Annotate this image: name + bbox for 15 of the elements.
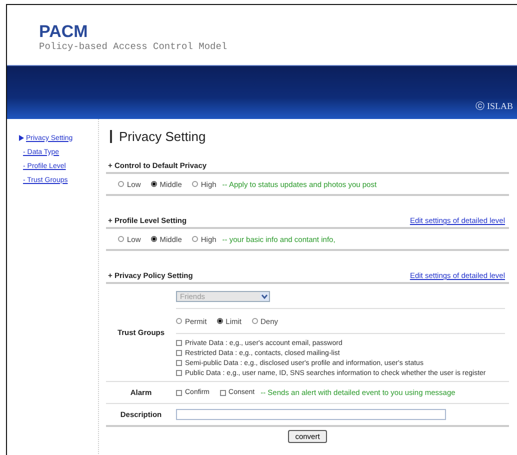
description-field[interactable] xyxy=(176,409,446,420)
page-title: Privacy Setting xyxy=(110,130,206,143)
radio-button[interactable] xyxy=(216,318,223,324)
logo: PACM xyxy=(39,23,89,41)
copyright-text: ⓒ ISLAB xyxy=(476,100,513,113)
chevron-down-icon xyxy=(260,292,269,300)
radio-button[interactable] xyxy=(118,236,124,242)
radio-button[interactable] xyxy=(176,318,182,324)
radio-button[interactable] xyxy=(118,181,124,187)
radio-button[interactable] xyxy=(192,181,198,187)
radio-button[interactable] xyxy=(192,236,198,242)
subtitle: Policy-based Access Control Model xyxy=(39,41,228,53)
radio-button[interactable] xyxy=(252,318,258,324)
radio-button[interactable] xyxy=(150,181,157,187)
radio-button[interactable] xyxy=(150,236,157,242)
